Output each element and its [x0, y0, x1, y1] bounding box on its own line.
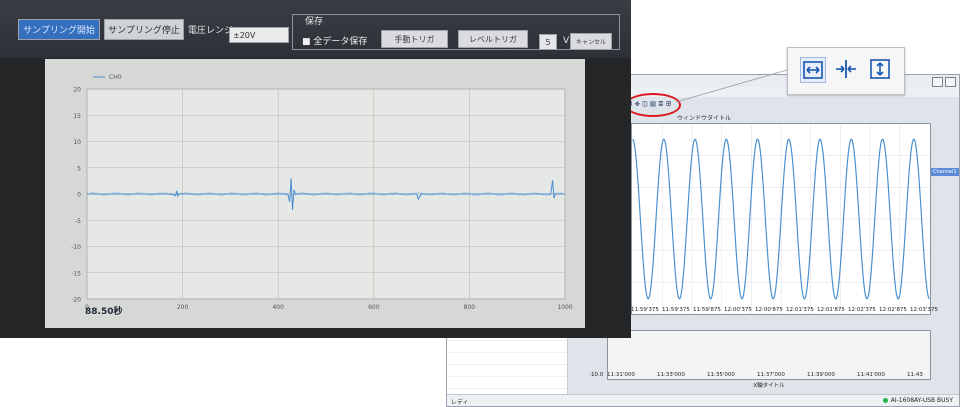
y-tick-label: 15	[73, 113, 81, 120]
y-tick-label: 5	[77, 165, 81, 172]
zoom-toolbar-callout	[787, 47, 905, 95]
x-tick-label: 1000	[557, 304, 572, 311]
volt-unit-label: V	[563, 36, 570, 46]
y-tick-label: -10	[71, 244, 81, 251]
zoom-y-expand-icon[interactable]	[868, 57, 892, 81]
manual-trigger-button[interactable]: 手動トリガ	[381, 30, 448, 48]
sampling-start-button[interactable]: サンプリング開始	[18, 19, 100, 40]
x-tick-label: 600	[368, 304, 380, 311]
x-tick-label: 400	[272, 304, 284, 311]
x-tick-label: 200	[177, 304, 189, 311]
x-tick-label: 800	[464, 304, 476, 311]
y-tick-label: -15	[71, 270, 81, 277]
cancel-button[interactable]: キャンセル	[570, 33, 612, 50]
ch0-chart: 20151050-5-10-15-200 200 400 600 800 1000CH0	[71, 74, 573, 311]
save-group-label: 保存	[305, 17, 324, 27]
y-tick-label: -5	[75, 218, 81, 225]
y-tick-label: 20	[73, 87, 81, 94]
measurement-app-photo: サンプリング開始 サンプリング停止 電圧レンジ ±20V 保存 ■ 全データ保存…	[0, 0, 631, 338]
legend-label: CH0	[109, 74, 122, 81]
y-tick-label: 0	[77, 192, 81, 199]
voltage-range-select[interactable]: ±20V	[229, 27, 289, 43]
save-all-checkbox[interactable]: ■ 全データ保存	[302, 34, 367, 47]
voltage-range-label: 電圧レンジ	[188, 26, 234, 36]
y-tick-label: 10	[73, 139, 81, 146]
zoom-x-shrink-icon[interactable]	[834, 57, 858, 81]
y-tick-label: -20	[71, 297, 81, 304]
sampling-stop-button[interactable]: サンプリング停止	[104, 19, 184, 40]
zoom-x-expand-icon[interactable]	[800, 57, 826, 83]
elapsed-time: 88.50秒	[85, 307, 123, 317]
level-trigger-button[interactable]: レベルトリガ	[458, 30, 528, 48]
trigger-level-input[interactable]: 5	[539, 34, 557, 50]
